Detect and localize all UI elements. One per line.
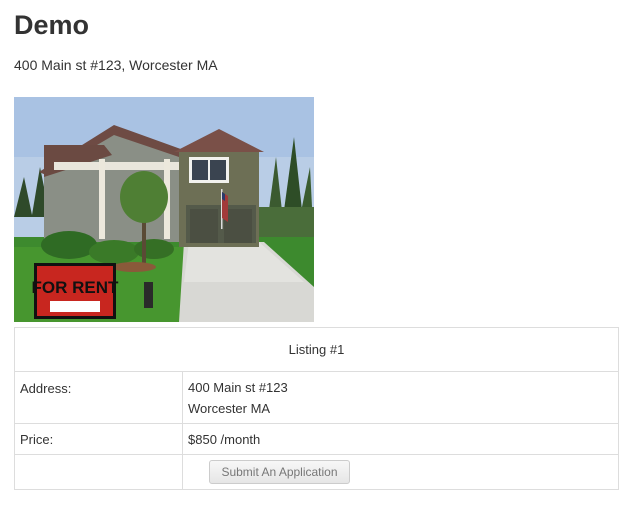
address-subtitle: 400 Main st #123, Worcester MA xyxy=(14,57,218,73)
price-value: $850 /month xyxy=(182,423,619,455)
listing-photo: FOR RENT xyxy=(14,97,314,322)
price-label: Price: xyxy=(14,423,183,455)
page-title: Demo xyxy=(14,10,90,40)
empty-cell xyxy=(14,454,183,490)
for-rent-sign-text: FOR RENT xyxy=(32,278,120,297)
address-value: 400 Main st #123 Worcester MA xyxy=(182,371,619,424)
listing-caption: Listing #1 xyxy=(14,327,619,372)
address-label: Address: xyxy=(14,371,183,424)
page: Demo 400 Main st #123, Worcester MA FOR … xyxy=(0,0,641,517)
submit-application-button[interactable]: Submit An Application xyxy=(209,460,350,484)
address-line-2: Worcester MA xyxy=(188,401,271,416)
apply-cell: Submit An Application xyxy=(182,454,619,490)
listing-table: Listing #1 Address: 400 Main st #123 Wor… xyxy=(14,327,619,490)
address-line-1: 400 Main st #123 xyxy=(188,380,288,395)
